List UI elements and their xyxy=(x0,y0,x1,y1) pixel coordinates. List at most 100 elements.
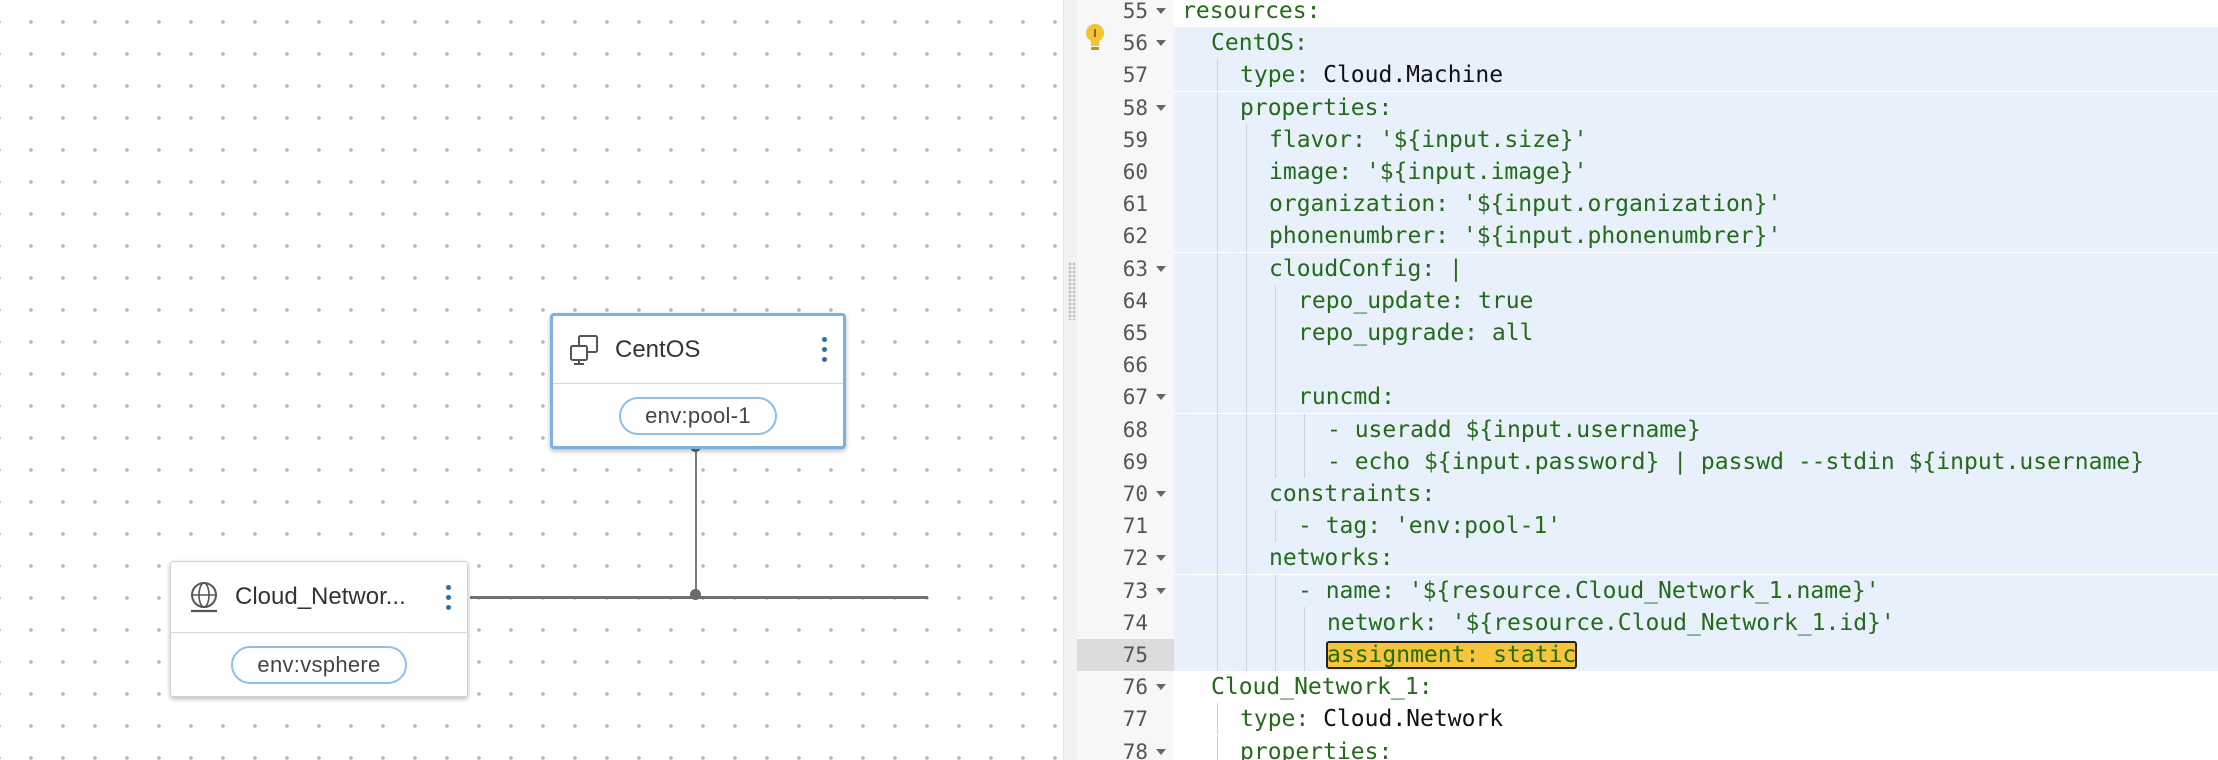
code-line[interactable]: 57 type: Cloud.Machine xyxy=(1077,59,2218,92)
indent-guide xyxy=(1246,156,1247,188)
indent-guide xyxy=(1275,413,1276,446)
yaml-key: Cloud_Network_1: xyxy=(1211,674,1433,701)
code-text: repo_upgrade: all xyxy=(1298,317,1533,349)
indent-guide xyxy=(1275,606,1276,639)
yaml-key: type: xyxy=(1240,706,1310,733)
code-text: Cloud_Network_1: xyxy=(1211,671,1433,703)
indent-guide xyxy=(1275,317,1276,349)
indent-guide xyxy=(1217,220,1218,253)
fold-arrow-icon[interactable] xyxy=(1156,104,1166,111)
indent-guide xyxy=(1304,413,1305,446)
code-line[interactable]: 62 phonenumbrer: '${input.phonenumbrer}' xyxy=(1077,220,2218,253)
indent-guide xyxy=(1246,478,1247,510)
fold-arrow-icon[interactable] xyxy=(1156,394,1166,401)
code-line[interactable]: 73 - name: '${resource.Cloud_Network_1.na… xyxy=(1077,574,2218,607)
yaml-value: '${input.organization}' xyxy=(1449,191,1782,218)
code-line[interactable]: 55 resources: xyxy=(1077,0,2218,27)
node-menu-button[interactable] xyxy=(443,584,453,610)
code-text: properties: xyxy=(1240,92,1392,124)
code-text: constraints: xyxy=(1269,478,1435,510)
indent-guide xyxy=(1217,413,1218,446)
line-number: 65 xyxy=(1122,321,1148,345)
code-line[interactable]: 66 xyxy=(1077,349,2218,382)
code-text: - echo ${input.password} | passwd --stdi… xyxy=(1327,446,2144,478)
yaml-key: organization: xyxy=(1269,191,1450,218)
selected-text[interactable]: assignment: static xyxy=(1325,641,1578,669)
code-line[interactable]: 65 repo_upgrade: all xyxy=(1077,317,2218,349)
code-text: CentOS: xyxy=(1211,27,1308,59)
indent-guide xyxy=(1246,284,1247,317)
code-line[interactable]: 61 organization: '${input.organization}' xyxy=(1077,188,2218,221)
node-title: Cloud_Networ... xyxy=(235,583,406,610)
indent-guide xyxy=(1246,542,1247,575)
code-line[interactable]: 67 runcmd: xyxy=(1077,381,2218,414)
fold-arrow-icon[interactable] xyxy=(1156,265,1166,272)
design-canvas[interactable]: CentOS env:pool-1 Cloud_Networ... env:vs… xyxy=(0,0,1063,760)
code-line[interactable]: 64 repo_update: true xyxy=(1077,284,2218,317)
code-line[interactable]: 68 - useradd ${input.username} xyxy=(1077,413,2218,446)
code-line[interactable]: 58 properties: xyxy=(1077,91,2218,124)
code-text: flavor: '${input.size}' xyxy=(1269,124,1588,156)
yaml-value: all xyxy=(1478,320,1534,346)
code-text: network: '${resource.Cloud_Network_1.id}… xyxy=(1327,607,1895,639)
fold-arrow-icon[interactable] xyxy=(1156,491,1166,497)
yaml-code-editor[interactable]: 55 resources: 56 CentOS: 57 type: Cloud.Machi… xyxy=(1077,0,2218,760)
indent-guide xyxy=(1275,574,1276,607)
indent-guide xyxy=(1304,639,1305,671)
yaml-key: properties: xyxy=(1240,94,1393,121)
yaml-value: '${input.image}' xyxy=(1352,159,1588,185)
node-menu-button[interactable] xyxy=(819,337,829,362)
code-line[interactable]: 63 cloudConfig: | xyxy=(1077,252,2218,285)
line-number: 61 xyxy=(1122,192,1148,217)
yaml-value: '${input.phonenumbrer}' xyxy=(1449,223,1782,250)
yaml-key: phonenumbrer: xyxy=(1269,223,1450,250)
yaml-key: resources: xyxy=(1182,0,1321,24)
code-line[interactable]: 60 image: '${input.image}' xyxy=(1077,156,2218,188)
indent-guide xyxy=(1246,317,1247,349)
code-line[interactable]: 71 - tag: 'env:pool-1' xyxy=(1077,510,2218,543)
code-line[interactable]: 69 - echo ${input.password} | passwd --st… xyxy=(1077,445,2218,478)
code-text: organization: '${input.organization}' xyxy=(1269,188,1781,220)
fold-arrow-icon[interactable] xyxy=(1156,40,1166,47)
line-number: 66 xyxy=(1122,353,1148,378)
line-number: 56 xyxy=(1122,31,1148,56)
network-icon xyxy=(191,582,217,613)
code-line[interactable]: 78 properties: xyxy=(1077,735,2218,760)
yaml-key: assignment: xyxy=(1327,642,1480,668)
indent-guide xyxy=(1217,606,1218,639)
fold-arrow-icon[interactable] xyxy=(1156,587,1166,594)
node-tag: env:pool-1 xyxy=(619,397,777,435)
code-line[interactable]: 59 flavor: '${input.size}' xyxy=(1077,123,2218,156)
fold-arrow-icon[interactable] xyxy=(1156,684,1166,691)
code-text: resources: xyxy=(1182,0,1320,27)
splitter-grip[interactable] xyxy=(1068,262,1076,320)
indent-guide xyxy=(1246,606,1247,639)
yaml-key: repo_update: xyxy=(1298,287,1465,314)
yaml-value: | xyxy=(1435,255,1463,282)
code-line[interactable]: 77 type: Cloud.Network xyxy=(1077,703,2218,736)
code-line[interactable]: 74 network: '${resource.Cloud_Network_1.i… xyxy=(1077,606,2218,639)
cloud-network-node[interactable]: Cloud_Networ... env:vsphere xyxy=(170,561,468,697)
code-line[interactable]: 70 constraints: xyxy=(1077,478,2218,510)
indent-guide xyxy=(1217,542,1218,575)
code-line[interactable]: 76 Cloud_Network_1: xyxy=(1077,671,2218,703)
yaml-key: - tag: xyxy=(1298,513,1382,540)
pane-splitter[interactable] xyxy=(1063,0,1078,760)
line-number: 67 xyxy=(1122,385,1148,410)
yaml-value: static xyxy=(1479,642,1577,668)
fold-arrow-icon[interactable] xyxy=(1156,748,1166,755)
connector-dot[interactable] xyxy=(690,589,701,600)
code-line[interactable]: 72 networks: xyxy=(1077,542,2218,575)
fold-arrow-icon[interactable] xyxy=(1156,555,1166,562)
fold-arrow-icon[interactable] xyxy=(1156,8,1166,14)
centos-node[interactable]: CentOS env:pool-1 xyxy=(550,313,846,449)
yaml-key: repo_upgrade: xyxy=(1298,320,1479,346)
code-line[interactable]: 56 CentOS: xyxy=(1077,27,2218,60)
indent-guide xyxy=(1217,445,1218,478)
line-number: 58 xyxy=(1122,95,1148,120)
line-number: 70 xyxy=(1122,482,1148,506)
code-line[interactable]: 75 assignment: static xyxy=(1077,639,2218,671)
indent-guide xyxy=(1246,123,1247,156)
indent-guide xyxy=(1217,317,1218,349)
code-text: cloudConfig: | xyxy=(1269,253,1463,285)
